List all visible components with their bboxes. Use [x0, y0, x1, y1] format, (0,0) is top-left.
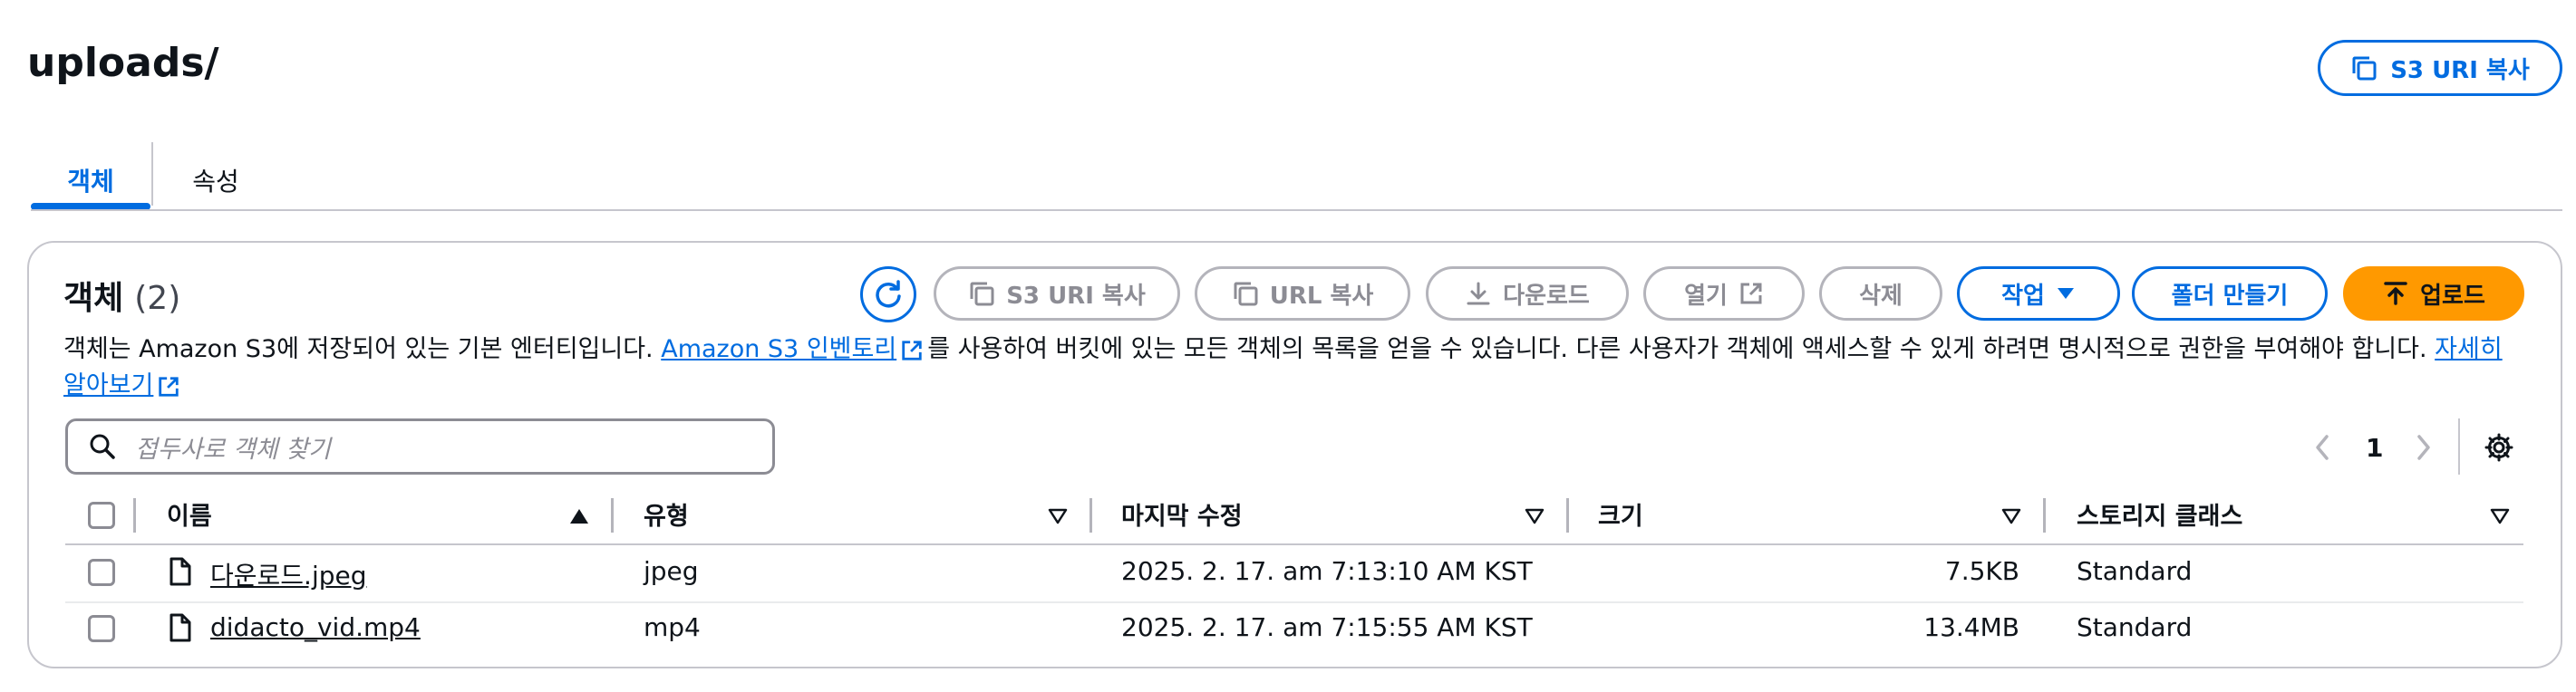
create-folder-label: 폴더 만들기 — [2171, 282, 2289, 310]
tab-objects[interactable]: 객체 — [31, 150, 150, 210]
delete-label: 삭제 — [1859, 282, 1903, 310]
chevron-right-icon — [2417, 435, 2430, 460]
external-link-icon — [1740, 283, 1762, 304]
delete-button[interactable]: 삭제 — [1819, 266, 1942, 321]
refresh-button[interactable] — [860, 266, 916, 322]
table-header-divider — [65, 543, 2523, 545]
sort-icon[interactable] — [2000, 507, 2022, 525]
chevron-left-icon — [2316, 435, 2329, 460]
pagination-divider — [2458, 418, 2460, 475]
column-header-storage-class[interactable]: 스토리지 클래스 — [2077, 496, 2242, 532]
download-button[interactable]: 다운로드 — [1426, 266, 1629, 321]
object-size: 7.5KB — [1944, 556, 2019, 586]
upload-icon — [2384, 282, 2407, 305]
sort-icon[interactable] — [2489, 507, 2511, 525]
object-last-modified: 2025. 2. 17. am 7:15:55 AM KST — [1121, 612, 1533, 642]
sort-icon[interactable] — [1047, 507, 1069, 525]
object-name-link[interactable]: 다운로드.jpeg — [210, 556, 367, 592]
object-type: jpeg — [644, 556, 699, 586]
column-divider — [133, 498, 136, 533]
copy-url-button[interactable]: URL 복사 — [1195, 266, 1410, 321]
select-all-checkbox[interactable] — [88, 502, 115, 529]
download-icon — [1467, 282, 1490, 305]
objects-title-text: 객체 — [63, 280, 124, 317]
pagination-page[interactable]: 1 — [2366, 426, 2383, 469]
caret-down-icon — [2057, 288, 2074, 299]
page-title: uploads/ — [27, 40, 219, 86]
search-placeholder: 접두사로 객체 찾기 — [135, 435, 331, 464]
open-button[interactable]: 열기 — [1643, 266, 1805, 321]
pagination-next[interactable] — [2413, 426, 2435, 469]
tabs-divider-line — [31, 209, 2562, 211]
column-header-last-modified[interactable]: 마지막 수정 — [1121, 496, 1243, 532]
external-link-icon — [902, 340, 922, 360]
inventory-link[interactable]: Amazon S3 인벤토리 — [661, 335, 896, 363]
column-header-type[interactable]: 유형 — [644, 496, 689, 532]
search-input[interactable]: 접두사로 객체 찾기 — [65, 418, 775, 475]
description-text-1: 객체는 Amazon S3에 저장되어 있는 기본 엔터티입니다. — [63, 335, 662, 363]
create-folder-button[interactable]: 폴더 만들기 — [2132, 266, 2328, 321]
sort-icon[interactable] — [1524, 507, 1545, 525]
copy-s3-uri-button[interactable]: S3 URI 복사 — [2318, 40, 2562, 96]
object-name-link[interactable]: didacto_vid.mp4 — [210, 612, 421, 642]
column-divider — [611, 498, 614, 533]
row-checkbox[interactable] — [88, 615, 115, 642]
column-header-name[interactable]: 이름 — [167, 496, 212, 532]
object-storage-class: Standard — [2077, 612, 2193, 642]
tab-properties[interactable]: 속성 — [154, 150, 277, 210]
object-size: 13.4MB — [1923, 612, 2019, 642]
copy-s3-uri-toolbar-label: S3 URI 복사 — [1006, 282, 1146, 310]
tab-divider — [151, 142, 153, 206]
pagination-prev[interactable] — [2311, 426, 2333, 469]
upload-button[interactable]: 업로드 — [2343, 266, 2524, 321]
copy-s3-uri-toolbar-button[interactable]: S3 URI 복사 — [934, 266, 1180, 321]
upload-label: 업로드 — [2420, 282, 2485, 310]
search-icon — [90, 434, 115, 459]
copy-url-label: URL 복사 — [1269, 282, 1374, 310]
copy-icon — [970, 282, 994, 306]
gear-icon — [2484, 433, 2513, 462]
download-label: 다운로드 — [1503, 282, 1590, 310]
object-last-modified: 2025. 2. 17. am 7:13:10 AM KST — [1121, 556, 1533, 586]
copy-s3-uri-label: S3 URI 복사 — [2390, 56, 2530, 84]
description-text-2: 를 사용하여 버킷에 있는 모든 객체의 목록을 얻을 수 있습니다. 다른 사… — [927, 335, 2436, 363]
actions-dropdown-button[interactable]: 작업 — [1957, 266, 2120, 321]
object-storage-class: Standard — [2077, 556, 2193, 586]
sort-ascending-icon[interactable] — [568, 507, 590, 525]
table-row-divider — [65, 601, 2523, 603]
column-divider — [1089, 498, 1092, 533]
copy-icon — [2352, 56, 2377, 81]
external-link-icon — [159, 376, 179, 397]
column-divider — [2043, 498, 2046, 533]
row-checkbox[interactable] — [88, 559, 115, 586]
file-icon — [169, 557, 191, 586]
file-icon — [169, 613, 191, 642]
objects-count: (2) — [134, 280, 181, 317]
table-settings-button[interactable] — [2484, 426, 2514, 469]
open-label: 열기 — [1684, 282, 1728, 310]
actions-label: 작업 — [2001, 282, 2045, 310]
object-type: mp4 — [644, 612, 701, 642]
objects-description: 객체는 Amazon S3에 저장되어 있는 기본 엔터티입니다. Amazon… — [63, 332, 2511, 404]
column-divider — [1566, 498, 1569, 533]
column-header-size[interactable]: 크기 — [1598, 496, 1643, 532]
refresh-icon — [876, 280, 901, 308]
objects-panel-title: 객체 (2) — [63, 272, 180, 319]
copy-icon — [1234, 282, 1258, 306]
